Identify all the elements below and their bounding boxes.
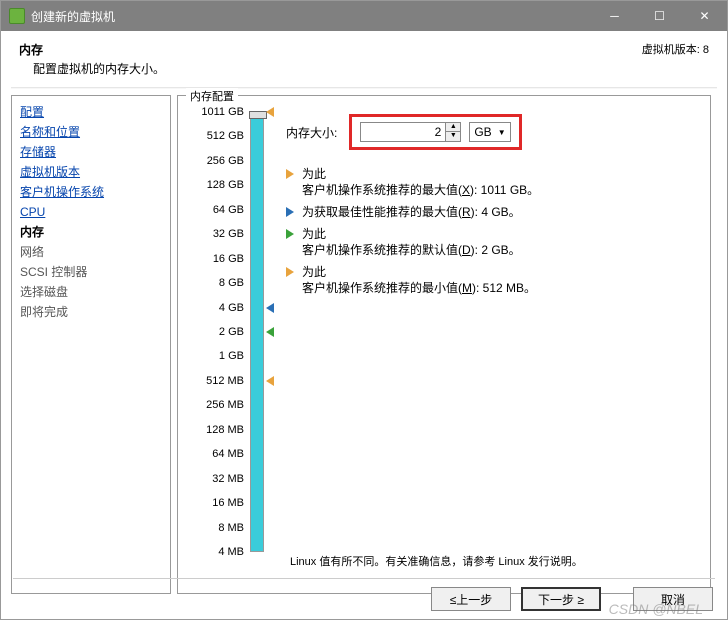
sidebar-item: 选择磁盘 [20, 282, 162, 302]
app-icon [9, 8, 25, 24]
sidebar-item: SCSI 控制器 [20, 262, 162, 282]
recommendation-item: 为获取最佳性能推荐的最大值(R): 4 GB。 [286, 204, 700, 220]
triangle-blue-icon [286, 207, 294, 217]
vm-version-label: 虚拟机版本: 8 [642, 41, 709, 77]
wizard-footer: ≤上一步 下一步 ≥ 取消 [431, 587, 713, 611]
unit-value: GB [474, 125, 491, 139]
back-button[interactable]: ≤上一步 [431, 587, 511, 611]
titlebar: 创建新的虚拟机 ─ ☐ ✕ [1, 1, 727, 31]
recommendation-text: 为此客户机操作系统推荐的默认值(D): 2 GB。 [302, 226, 521, 258]
page-header: 内存 配置虚拟机的内存大小。 虚拟机版本: 8 [1, 31, 727, 83]
sidebar-item[interactable]: 名称和位置 [20, 122, 162, 142]
close-button[interactable]: ✕ [682, 1, 727, 31]
window-title: 创建新的虚拟机 [31, 8, 592, 25]
page-title: 内存 [19, 41, 165, 60]
sidebar-item[interactable]: 客户机操作系统 [20, 182, 162, 202]
scale-tick-label: 1 GB [192, 350, 244, 362]
maximize-button[interactable]: ☐ [637, 1, 682, 31]
scale-tick-label: 128 MB [192, 424, 244, 436]
spin-down-icon[interactable]: ▼ [446, 132, 460, 141]
recommendation-item: 为此客户机操作系统推荐的默认值(D): 2 GB。 [286, 226, 700, 258]
recommendation-text: 为此客户机操作系统推荐的最大值(X): 1011 GB。 [302, 166, 539, 198]
scale-tick-label: 4 MB [192, 546, 244, 558]
sidebar-item[interactable]: 配置 [20, 102, 162, 122]
recommendation-text: 为此客户机操作系统推荐的最小值(M): 512 MB。 [302, 264, 536, 296]
sidebar-item: 网络 [20, 242, 162, 262]
recommendation-item: 为此客户机操作系统推荐的最小值(M): 512 MB。 [286, 264, 700, 296]
highlight-box: ▲ ▼ GB ▼ [349, 114, 521, 150]
scale-tick-label: 1011 GB [192, 106, 244, 118]
scale-tick-label: 64 GB [192, 204, 244, 216]
scale-tick-label: 32 GB [192, 228, 244, 240]
sidebar-item[interactable]: 存储器 [20, 142, 162, 162]
spin-up-icon[interactable]: ▲ [446, 123, 460, 132]
memory-size-spinner[interactable]: ▲ ▼ [446, 122, 461, 142]
triangle-orange-icon [286, 267, 294, 277]
memory-size-input[interactable] [360, 122, 446, 142]
sidebar-item[interactable]: CPU [20, 202, 162, 222]
triangle-green-icon [286, 229, 294, 239]
recommendation-item: 为此客户机操作系统推荐的最大值(X): 1011 GB。 [286, 166, 700, 198]
recommendation-text: 为获取最佳性能推荐的最大值(R): 4 GB。 [302, 204, 521, 220]
memory-config-group: 内存配置 1011 GB512 GB256 GB128 GB64 GB32 GB… [177, 95, 711, 594]
scale-tick-label: 512 MB [192, 375, 244, 387]
minimize-button[interactable]: ─ [592, 1, 637, 31]
footer-divider [13, 578, 715, 579]
next-button[interactable]: 下一步 ≥ [521, 587, 601, 611]
vm-wizard-window: 创建新的虚拟机 ─ ☐ ✕ 内存 配置虚拟机的内存大小。 虚拟机版本: 8 配置… [0, 0, 728, 620]
triangle-orange-icon [286, 169, 294, 179]
scale-tick-label: 8 GB [192, 277, 244, 289]
scale-tick-label: 256 MB [192, 399, 244, 411]
scale-tick-label: 16 MB [192, 497, 244, 509]
sidebar-item: 内存 [20, 222, 162, 242]
scale-tick-label: 32 MB [192, 473, 244, 485]
scale-tick-label: 2 GB [192, 326, 244, 338]
cancel-button[interactable]: 取消 [633, 587, 713, 611]
window-controls: ─ ☐ ✕ [592, 1, 727, 31]
sidebar-item: 即将完成 [20, 302, 162, 322]
memory-scale: 1011 GB 512 GB 256 GB 128 GB 64 GB 32 GB 16 GB… [188, 108, 264, 558]
sidebar-item[interactable]: 虚拟机版本 [20, 162, 162, 182]
memory-slider[interactable] [250, 112, 264, 552]
scale-tick-label: 512 GB [192, 130, 244, 142]
scale-tick-label: 64 MB [192, 448, 244, 460]
memory-size-label: 内存大小: [286, 124, 337, 141]
wizard-steps-sidebar: 配置名称和位置存储器虚拟机版本客户机操作系统CPU内存网络SCSI 控制器选择磁… [11, 95, 171, 594]
scale-tick-label: 8 MB [192, 522, 244, 534]
scale-tick-label: 128 GB [192, 179, 244, 191]
scale-tick-label: 16 GB [192, 253, 244, 265]
scale-tick-label: 256 GB [192, 155, 244, 167]
memory-right-column: 内存大小: ▲ ▼ GB ▼ [264, 108, 700, 585]
recommendation-list: 为此客户机操作系统推荐的最大值(X): 1011 GB。为获取最佳性能推荐的最大… [286, 166, 700, 296]
page-subtitle: 配置虚拟机的内存大小。 [19, 60, 165, 77]
chevron-down-icon: ▼ [498, 128, 506, 137]
memory-unit-select[interactable]: GB ▼ [469, 122, 510, 142]
linux-note: Linux 值有所不同。有关准确信息，请参考 Linux 发行说明。 [290, 553, 583, 569]
scale-tick-label: 4 GB [192, 302, 244, 314]
